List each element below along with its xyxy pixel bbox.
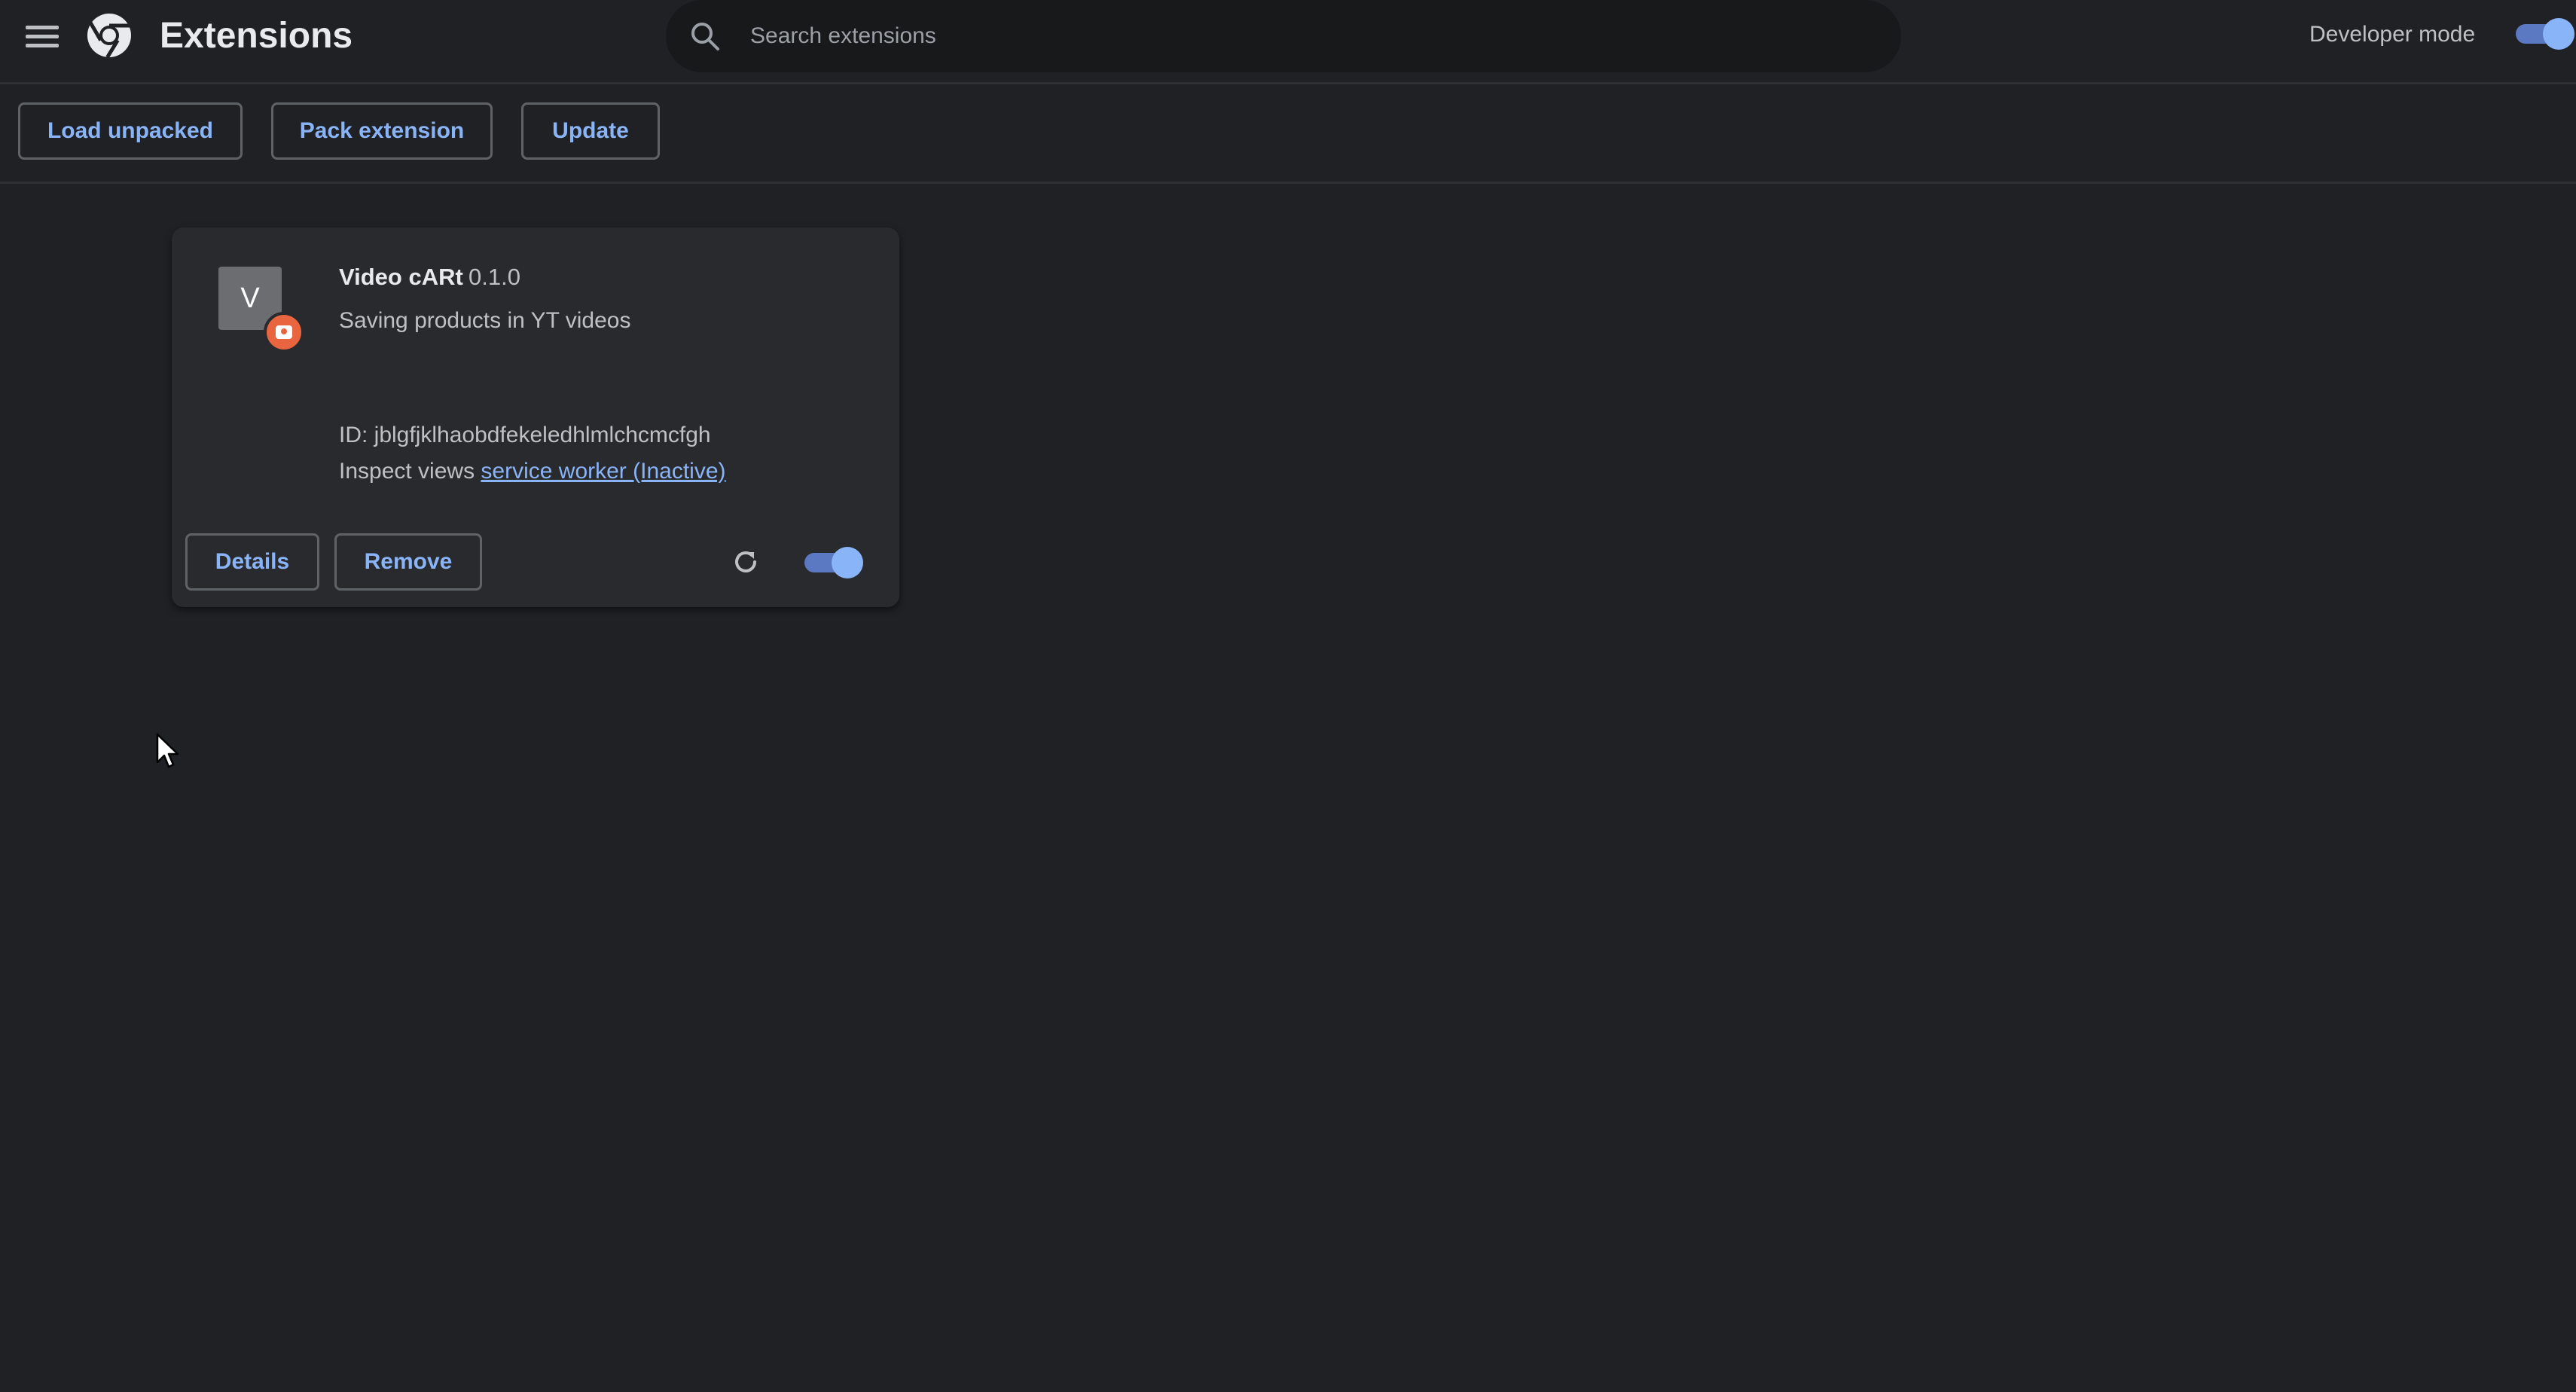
search-input[interactable] xyxy=(749,15,1866,57)
update-button[interactable]: Update xyxy=(521,102,660,160)
mouse-cursor-icon xyxy=(156,733,179,768)
pack-extension-button[interactable]: Pack extension xyxy=(271,102,493,160)
toggle-knob xyxy=(2543,18,2574,50)
extension-id: ID: jblgfjklhaobdfekeledhlmlchcmcfgh xyxy=(339,423,711,447)
developer-mode-toggle[interactable] xyxy=(2516,18,2576,50)
extension-name: Video cARt xyxy=(339,264,463,290)
page-title: Extensions xyxy=(160,16,353,56)
chrome-logo-icon xyxy=(87,14,131,59)
developer-mode-label: Developer mode xyxy=(2309,22,2476,47)
extension-version: 0.1.0 xyxy=(469,264,520,290)
top-bar: Extensions Developer mode xyxy=(0,0,2576,84)
toggle-knob xyxy=(832,547,863,578)
remove-button[interactable]: Remove xyxy=(334,533,482,591)
inspect-views: Inspect views service worker (Inactive) xyxy=(339,456,726,487)
extension-description: Saving products in YT videos xyxy=(339,308,631,333)
extension-card: V Video cARt 0.1.0 Saving products in YT… xyxy=(172,227,899,607)
reload-icon[interactable] xyxy=(729,545,762,578)
extension-enable-toggle[interactable] xyxy=(804,547,865,578)
hamburger-menu-icon[interactable] xyxy=(26,23,59,50)
developer-toolbar: Load unpacked Pack extension Update xyxy=(0,84,2576,184)
inspect-views-label: Inspect views xyxy=(339,459,475,484)
search-bar[interactable] xyxy=(666,0,1901,72)
camera-badge-icon xyxy=(264,312,304,353)
service-worker-link[interactable]: service worker (Inactive) xyxy=(481,459,725,484)
load-unpacked-button[interactable]: Load unpacked xyxy=(18,102,243,160)
search-icon xyxy=(691,23,719,50)
details-button[interactable]: Details xyxy=(185,533,319,591)
